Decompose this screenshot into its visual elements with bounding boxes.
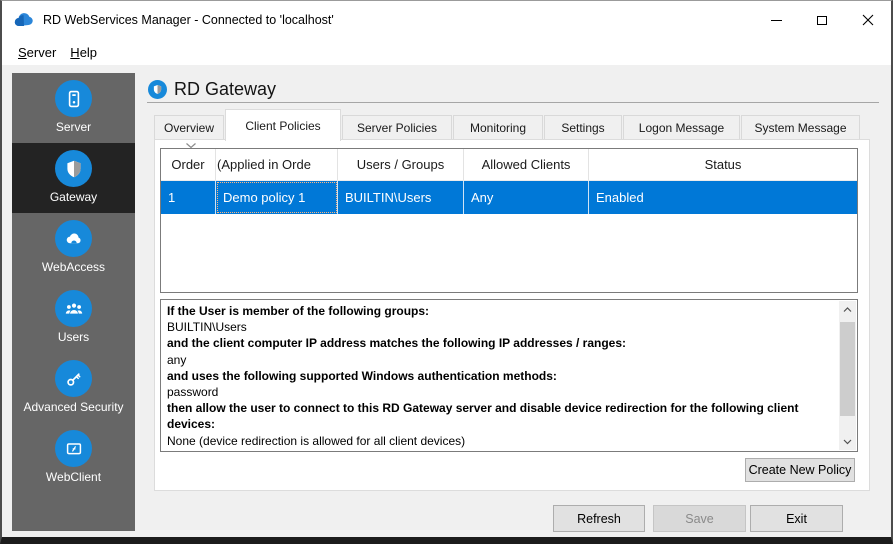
page-title: RD Gateway <box>174 79 276 100</box>
menu-bar: Server Help <box>2 39 891 65</box>
gateway-shield-icon <box>55 150 92 187</box>
tab-settings[interactable]: Settings <box>544 115 622 140</box>
tab-server-policies[interactable]: Server Policies <box>342 115 452 140</box>
minimize-icon <box>771 20 782 21</box>
chevron-down-icon <box>843 439 852 445</box>
app-cloud-icon <box>13 10 35 30</box>
page-header: RD Gateway <box>148 79 276 100</box>
menu-help[interactable]: Help <box>63 42 104 63</box>
column-header-users-groups[interactable]: Users / Groups <box>338 149 464 180</box>
policies-table: Order (Applied in Orde Users / Groups Al… <box>160 148 858 293</box>
tab-system-message[interactable]: System Message <box>741 115 860 140</box>
cell-name: Demo policy 1 <box>216 181 338 214</box>
sort-descending-icon <box>185 142 197 149</box>
sidebar-item-label: WebAccess <box>12 260 135 274</box>
window-title: RD WebServices Manager - Connected to 'l… <box>43 13 334 27</box>
title-bar: RD WebServices Manager - Connected to 'l… <box>2 1 891 39</box>
key-icon <box>55 360 92 397</box>
maximize-icon <box>817 16 827 25</box>
header-divider <box>147 102 879 103</box>
sidebar-item-gateway[interactable]: Gateway <box>12 143 135 213</box>
sidebar-item-webaccess[interactable]: WebAccess <box>12 213 135 283</box>
column-header-allowed-clients[interactable]: Allowed Clients <box>464 149 589 180</box>
client-policies-panel: Order (Applied in Orde Users / Groups Al… <box>154 139 870 491</box>
table-row-selected[interactable]: 1 Demo policy 1 BUILTIN\Users Any Enable… <box>161 181 857 214</box>
scroll-up-button[interactable] <box>839 301 856 318</box>
details-line: then allow the user to connect to this R… <box>167 400 831 432</box>
column-header-status[interactable]: Status <box>589 149 857 180</box>
tab-overview[interactable]: Overview <box>154 115 224 140</box>
server-icon <box>55 80 92 117</box>
sidebar-item-label: Advanced Security <box>12 400 135 414</box>
save-button[interactable]: Save <box>653 505 746 532</box>
minimize-button[interactable] <box>753 1 799 39</box>
create-new-policy-button[interactable]: Create New Policy <box>745 458 855 482</box>
caption-buttons <box>753 1 891 39</box>
cell-allowed-clients: Any <box>464 181 589 214</box>
exit-button[interactable]: Exit <box>750 505 843 532</box>
sidebar-item-label: Server <box>12 120 135 134</box>
users-icon <box>55 290 92 327</box>
close-button[interactable] <box>845 1 891 39</box>
sidebar-item-webclient[interactable]: WebClient <box>12 423 135 493</box>
sidebar-item-label: WebClient <box>12 470 135 484</box>
details-line: If the User is member of the following g… <box>167 303 831 319</box>
cell-order: 1 <box>161 181 216 214</box>
gateway-shield-icon <box>148 80 167 99</box>
refresh-button[interactable]: Refresh <box>553 505 645 532</box>
maximize-button[interactable] <box>799 1 845 39</box>
cell-users-groups: BUILTIN\Users <box>338 181 464 214</box>
chevron-up-icon <box>843 307 852 313</box>
details-line: and uses the following supported Windows… <box>167 368 831 384</box>
tab-monitoring[interactable]: Monitoring <box>453 115 543 140</box>
column-header-name[interactable]: (Applied in Orde <box>216 149 338 180</box>
menu-server[interactable]: Server <box>11 42 63 63</box>
details-line: None (device redirection is allowed for … <box>167 433 831 449</box>
details-line: password <box>167 384 831 400</box>
scrollbar-thumb[interactable] <box>840 322 855 416</box>
column-header-order[interactable]: Order <box>161 149 216 180</box>
scroll-down-button[interactable] <box>839 433 856 450</box>
sidebar-item-label: Users <box>12 330 135 344</box>
sidebar: Server Gateway WebAccess <box>12 73 135 531</box>
monitor-icon <box>55 430 92 467</box>
sidebar-item-advanced-security[interactable]: Advanced Security <box>12 353 135 423</box>
details-line: any <box>167 352 831 368</box>
tab-logon-message[interactable]: Logon Message <box>623 115 740 140</box>
cell-status: Enabled <box>589 181 857 214</box>
vertical-scrollbar[interactable] <box>839 301 856 450</box>
tab-strip: Overview Client Policies Server Policies… <box>154 108 861 140</box>
sidebar-item-label: Gateway <box>12 190 135 204</box>
table-header-row: Order (Applied in Orde Users / Groups Al… <box>161 149 857 181</box>
sidebar-item-users[interactable]: Users <box>12 283 135 353</box>
sidebar-item-server[interactable]: Server <box>12 73 135 143</box>
cloud-icon <box>55 220 92 257</box>
app-window: RD WebServices Manager - Connected to 'l… <box>0 0 893 544</box>
close-icon <box>862 14 874 26</box>
tab-client-policies[interactable]: Client Policies <box>225 109 341 141</box>
details-line: and the client computer IP address match… <box>167 335 831 351</box>
details-line: BUILTIN\Users <box>167 319 831 335</box>
policy-details-panel: If the User is member of the following g… <box>160 299 858 452</box>
